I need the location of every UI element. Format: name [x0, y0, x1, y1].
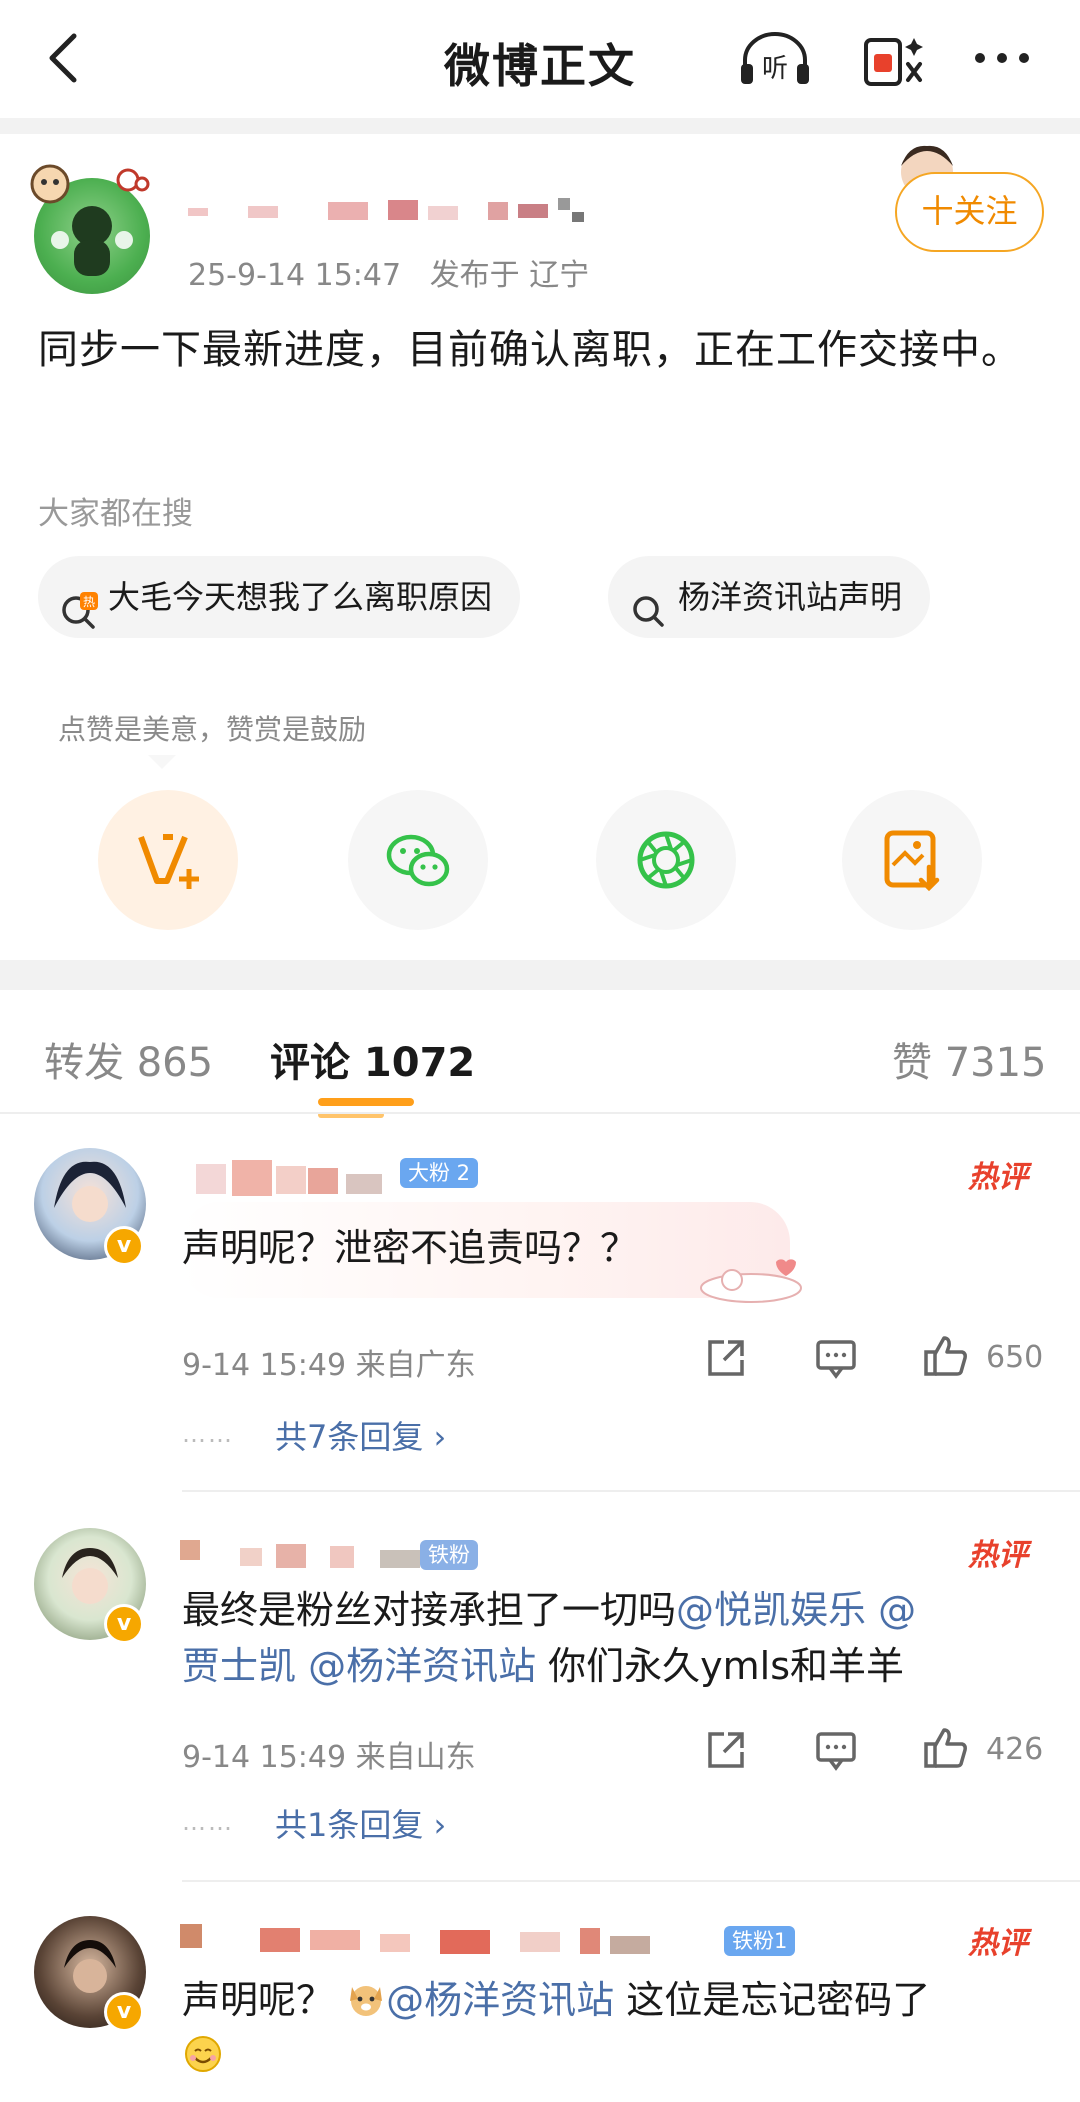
- comment-meta: 9-14 15:49 来自山东: [182, 1740, 476, 1775]
- red-envelope-icon[interactable]: [858, 30, 928, 90]
- post-text: 同步一下最新进度，目前确认离职，正在工作交接中。: [38, 327, 1022, 373]
- reward-button[interactable]: [98, 790, 238, 930]
- comment-divider: [182, 1880, 1080, 1882]
- save-image-button[interactable]: [842, 790, 982, 930]
- hot-comment-badge: 热评: [968, 1538, 1028, 1573]
- comment-text-tail: 你们永久ymls和羊羊: [536, 1644, 905, 1688]
- fan-badge: 铁粉1: [724, 1926, 796, 1956]
- comment-text: 声明呢？ @杨洋资讯站 这位是忘记密码了: [182, 1972, 1042, 2084]
- share-icon[interactable]: [704, 1728, 748, 1772]
- post-meta: 25-9-14 15:47 发布于 辽宁: [188, 250, 589, 294]
- reward-icon: [138, 834, 199, 889]
- trending-chip-text: 大毛今天想我了么离职原因: [108, 578, 493, 616]
- comment-text-plain: 最终是粉丝对接承担了一切吗: [182, 1588, 677, 1632]
- moments-icon: [637, 831, 695, 889]
- reply-dots: ……: [182, 1420, 234, 1448]
- post-location: 发布于 辽宁: [429, 258, 590, 293]
- comment-text: 声明呢？泄密不追责吗？？: [182, 1226, 639, 1270]
- dog-emoji-icon: [346, 1978, 386, 2018]
- tip-arrow: [148, 755, 176, 769]
- follow-button[interactable]: 十关注: [895, 172, 1044, 252]
- fan-badge: 大粉 2: [400, 1158, 479, 1188]
- trending-chip-2[interactable]: 杨洋资讯站声明: [608, 556, 931, 638]
- view-replies-link[interactable]: 共1条回复 ›: [275, 1800, 446, 1846]
- like-count: 650: [986, 1340, 1044, 1375]
- trending-chip-text: 杨洋资讯站声明: [678, 578, 903, 616]
- section-divider: [0, 960, 1080, 990]
- avatar-frame-decor: [28, 160, 150, 210]
- top-bar: 微博正文 听: [0, 0, 1080, 118]
- reward-tip: 点赞是美意，赞赏是鼓励: [58, 713, 367, 746]
- comment-text-plain: 声明呢？: [182, 1978, 335, 2022]
- like-icon[interactable]: [922, 1724, 967, 1768]
- tab-repost[interactable]: 转发 865: [44, 1030, 213, 1088]
- trending-label: 大家都在搜: [38, 496, 193, 532]
- hot-comment-badge: 热评: [968, 1926, 1028, 1961]
- mention-link[interactable]: 贾士凯 @杨洋资讯站: [182, 1644, 536, 1688]
- comment-divider: [182, 1490, 1080, 1492]
- view-replies-link[interactable]: 共7条回复 ›: [275, 1412, 446, 1458]
- commenter-name-blurred[interactable]: [196, 1160, 396, 1204]
- reply-dots: ……: [182, 1808, 234, 1836]
- search-icon: [630, 578, 668, 627]
- comment-text: 最终是粉丝对接承担了一切吗@悦凯娱乐 @ 贾士凯 @杨洋资讯站 你们永久ymls和…: [182, 1582, 1042, 1694]
- section-divider: [0, 118, 1080, 134]
- hot-search-icon: 热: [60, 578, 98, 629]
- mention-link[interactable]: @杨洋资讯站: [386, 1978, 614, 2022]
- comment-text-tail: 这位是忘记密码了: [614, 1978, 931, 2022]
- mention-link[interactable]: @悦凯娱乐 @: [676, 1588, 916, 1632]
- save-image-icon: [884, 830, 940, 892]
- author-name-blurred[interactable]: [188, 198, 608, 228]
- share-icon[interactable]: [704, 1336, 748, 1380]
- tab-likes[interactable]: 赞 7315: [892, 1030, 1047, 1088]
- fan-badge: 铁粉: [420, 1540, 478, 1570]
- verified-badge-icon: v: [104, 1992, 144, 2032]
- share-wechat-button[interactable]: [348, 790, 488, 930]
- verified-badge-icon: v: [104, 1604, 144, 1644]
- smile-emoji-icon: [182, 2033, 224, 2075]
- tab-comments[interactable]: 评论 1072: [270, 1030, 475, 1088]
- trending-chip-1[interactable]: 热 大毛今天想我了么离职原因: [38, 556, 521, 638]
- post-date: 25-9-14 15:47: [188, 258, 402, 293]
- comment-meta: 9-14 15:49 来自广东: [182, 1348, 476, 1383]
- verified-badge-icon: v: [104, 1226, 144, 1266]
- share-moments-button[interactable]: [596, 790, 736, 930]
- like-count: 426: [986, 1732, 1044, 1767]
- more-icon[interactable]: [968, 30, 1038, 90]
- commenter-name-blurred[interactable]: [180, 1920, 720, 1964]
- hot-comment-badge: 热评: [968, 1160, 1028, 1195]
- wechat-icon: [386, 834, 450, 887]
- tab-divider: [0, 1112, 1080, 1114]
- svg-text:听: 听: [762, 54, 788, 84]
- reply-icon[interactable]: [814, 1336, 858, 1380]
- like-icon[interactable]: [922, 1332, 967, 1376]
- svg-text:热: 热: [83, 595, 95, 609]
- listen-icon[interactable]: 听: [735, 30, 809, 90]
- reply-icon[interactable]: [814, 1728, 858, 1772]
- tab-active-indicator: [318, 1098, 414, 1106]
